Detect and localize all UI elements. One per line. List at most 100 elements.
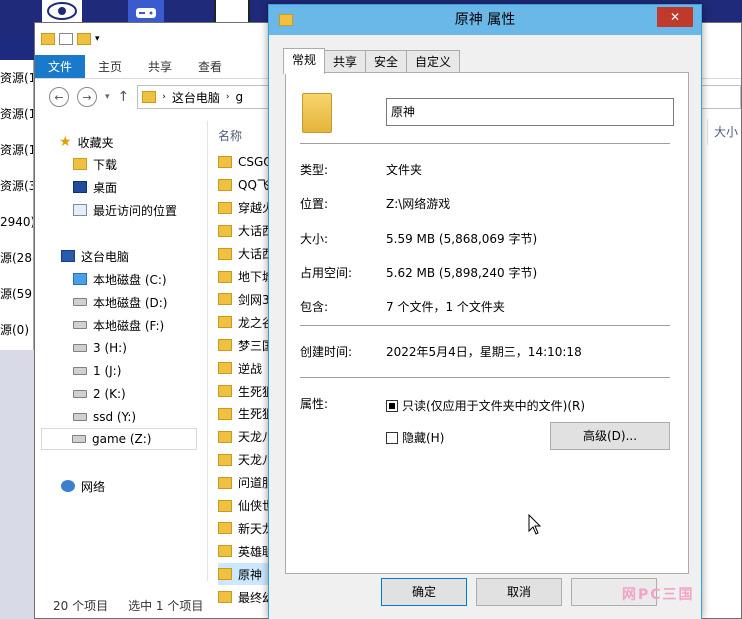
- folder-icon: [218, 522, 232, 535]
- divider: [300, 325, 670, 326]
- file-name: 逆战: [238, 361, 263, 376]
- nav-item-desktop[interactable]: 桌面: [73, 176, 117, 198]
- column-header-name[interactable]: 名称: [218, 127, 242, 144]
- navigation-pane: ★ 收藏夹 下载 桌面 最近访问的位置 这台电脑 本地磁盘 (C:) 本地磁盘 …: [35, 121, 207, 581]
- nav-label: 收藏夹: [77, 135, 114, 150]
- readonly-checkbox-row[interactable]: 只读(仅应用于文件夹中的文件)(R): [386, 397, 585, 414]
- folder-icon: [218, 407, 232, 420]
- nav-drive-j[interactable]: 1 (J:): [73, 360, 121, 382]
- tab-home[interactable]: 主页: [85, 55, 135, 78]
- background-window-panel: [0, 350, 34, 619]
- cancel-button[interactable]: 取消: [476, 578, 562, 606]
- folder-icon: [218, 568, 232, 581]
- nav-drive-y[interactable]: ssd (Y:): [73, 406, 136, 428]
- folder-icon: [41, 33, 55, 45]
- nav-item-recent[interactable]: 最近访问的位置: [73, 199, 177, 221]
- nav-label: 2 (K:): [93, 387, 126, 401]
- tab-view[interactable]: 查看: [185, 55, 235, 78]
- background-list-item: 资源(3: [0, 179, 33, 193]
- tab-customize[interactable]: 自定义: [406, 50, 461, 74]
- tab-share[interactable]: 共享: [135, 55, 185, 78]
- folder-icon: [218, 316, 232, 329]
- nav-network[interactable]: 网络: [61, 475, 105, 497]
- folder-icon: [218, 545, 232, 558]
- column-header-size[interactable]: 大小: [707, 119, 742, 145]
- folder-icon: [218, 591, 232, 604]
- recent-locations-icon[interactable]: ▾: [105, 92, 110, 102]
- drive-icon: [73, 321, 87, 329]
- background-list-item: 资源(14: [0, 107, 33, 121]
- readonly-checkbox[interactable]: [386, 399, 398, 412]
- nav-label: 3 (H:): [93, 341, 127, 355]
- folder-icon: [218, 339, 232, 352]
- folder-icon: [218, 178, 232, 191]
- hidden-checkbox[interactable]: [386, 431, 398, 444]
- site-watermark: 网PC三国: [622, 587, 695, 603]
- drive-icon: [73, 344, 87, 352]
- folder-icon: [218, 156, 232, 168]
- nav-label: 1 (J:): [93, 364, 122, 378]
- breadcrumb-this-pc[interactable]: 这台电脑: [172, 89, 220, 106]
- tab-file[interactable]: 文件: [35, 55, 86, 78]
- nav-label: game (Z:): [92, 432, 152, 446]
- file-list: 名称 CSGO QQ飞 穿越火 大话西 大话西 地下城 剑网3 龙之谷 梦三国 逆战 生死狙 生死狙天…: [207, 121, 278, 605]
- drive-icon: [73, 298, 87, 306]
- folder-icon: [218, 385, 232, 397]
- advanced-button[interactable]: 高级(D)...: [550, 422, 670, 450]
- up-arrow-icon[interactable]: ↑: [118, 89, 130, 105]
- network-icon: [61, 480, 75, 492]
- tab-security[interactable]: 安全: [365, 50, 408, 74]
- folder-icon: [218, 270, 232, 283]
- folder-name-input[interactable]: 原神: [386, 98, 674, 126]
- nav-this-pc[interactable]: 这台电脑: [61, 245, 129, 267]
- mouse-cursor-icon: [528, 513, 542, 539]
- forward-button[interactable]: →: [77, 87, 97, 107]
- created-value: 2022年5月4日，星期三，14:10:18: [386, 345, 582, 359]
- nav-drive-f[interactable]: 本地磁盘 (F:): [73, 314, 164, 336]
- folder-icon: [218, 201, 232, 214]
- nav-label: 下载: [93, 157, 118, 172]
- star-icon: ★: [59, 134, 72, 150]
- file-name: 原神: [238, 567, 263, 582]
- nav-label: 桌面: [93, 180, 118, 195]
- divider: [300, 143, 670, 144]
- close-button[interactable]: ✕: [657, 7, 693, 27]
- size-label: 大小:: [300, 232, 329, 246]
- dialog-title: 原神 属性: [454, 12, 516, 28]
- hidden-checkbox-row[interactable]: 隐藏(H): [386, 429, 444, 446]
- nav-drive-z[interactable]: game (Z:): [41, 428, 197, 450]
- contains-value: 7 个文件，1 个文件夹: [386, 300, 505, 314]
- chevron-right-icon: ›: [225, 92, 230, 102]
- properties-quick-icon[interactable]: [59, 33, 73, 45]
- nav-label: 本地磁盘 (D:): [93, 295, 168, 310]
- breadcrumb-next[interactable]: g: [236, 90, 244, 104]
- nav-label: 这台电脑: [81, 249, 130, 264]
- nav-drive-k[interactable]: 2 (K:): [73, 383, 126, 405]
- disk-size-label: 占用空间:: [300, 266, 353, 280]
- general-panel: 原神 类型: 文件夹 位置: Z:\网络游戏 大小: 5.59 MB (5,86…: [285, 72, 689, 574]
- ok-button[interactable]: 确定: [381, 578, 467, 606]
- background-list-item: 源(59): [0, 287, 33, 301]
- chevron-down-icon[interactable]: ▾: [95, 34, 100, 44]
- background-list-item: 源(2884: [0, 251, 33, 265]
- nav-favorites[interactable]: ★ 收藏夹: [59, 131, 114, 153]
- back-button[interactable]: ←: [49, 87, 69, 107]
- dialog-titlebar[interactable]: 原神 属性 ✕: [269, 5, 701, 35]
- tab-sharing[interactable]: 共享: [324, 50, 367, 74]
- background-list-item: 2940): [0, 215, 33, 229]
- properties-dialog: 原神 属性 ✕ 常规 共享 安全 自定义 原神 类型: 文件夹 位置: Z:\网…: [268, 4, 702, 619]
- location-label: 位置:: [300, 197, 329, 211]
- readonly-label: 只读(仅应用于文件夹中的文件)(R): [402, 399, 586, 413]
- computer-icon: [61, 250, 75, 262]
- tab-general[interactable]: 常规: [283, 48, 326, 74]
- file-name: 剑网3: [238, 292, 270, 307]
- nav-drive-d[interactable]: 本地磁盘 (D:): [73, 291, 167, 313]
- folder-icon: [218, 362, 232, 375]
- nav-drive-c[interactable]: 本地磁盘 (C:): [73, 268, 167, 290]
- nav-drive-h[interactable]: 3 (H:): [73, 337, 127, 359]
- drive-icon: [73, 367, 87, 375]
- new-folder-quick-icon[interactable]: [77, 33, 91, 45]
- background-list-item: 源(0): [0, 323, 29, 337]
- nav-item-downloads[interactable]: 下载: [73, 153, 117, 175]
